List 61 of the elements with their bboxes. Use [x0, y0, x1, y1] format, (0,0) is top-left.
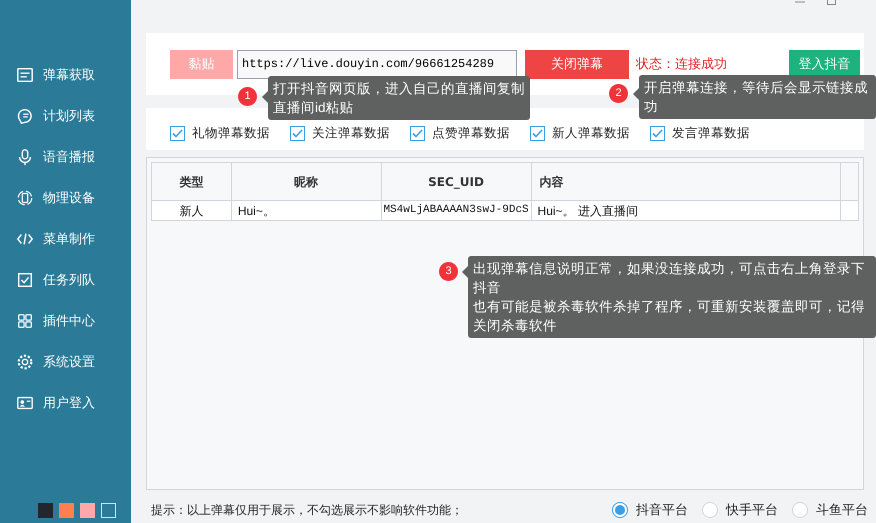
checkbox-icon [16, 270, 34, 288]
theme-swatch[interactable] [38, 503, 53, 518]
radio-button[interactable] [612, 502, 628, 518]
list-icon [16, 66, 34, 84]
grid-icon [16, 312, 34, 330]
checkbox-label: 礼物弹幕数据 [192, 124, 270, 142]
checkmark-icon [532, 128, 543, 138]
checkbox[interactable] [290, 126, 305, 140]
step-badge: 1 [238, 87, 257, 106]
table-cell: 新人 [152, 200, 232, 220]
tooltip-text: 开启弹幕连接，等待后会显示链接成功 [644, 79, 869, 116]
step-badge: 2 [609, 84, 628, 103]
nav-item[interactable]: 用户登入 [43, 392, 95, 412]
column-header: 类型 [152, 162, 232, 200]
checkbox-label: 点赞弹幕数据 [432, 124, 510, 142]
status-text: 状态：连接成功 [636, 55, 727, 74]
checkbox[interactable] [650, 126, 665, 140]
nav-item[interactable]: 计划列表 [43, 106, 95, 126]
microphone-icon [16, 148, 34, 166]
radio-label: 斗鱼平台 [816, 501, 868, 519]
chat-bubble-icon [16, 106, 34, 124]
checkmark-icon [172, 128, 183, 138]
checkbox[interactable] [530, 126, 545, 140]
theme-swatch[interactable] [80, 503, 95, 518]
close-barrage-button[interactable]: 关闭弹幕 [525, 50, 629, 78]
column-header: 昵称 [231, 162, 382, 200]
checkbox-label: 新人弹幕数据 [552, 124, 630, 142]
tooltip-text: 也有可能是被杀毒软件杀掉了程序，可重新安装覆盖即可，记得关闭杀毒软件 [473, 298, 866, 335]
nav-item[interactable]: 插件中心 [43, 310, 95, 330]
device-icon [16, 188, 34, 206]
column-header: 内容 [531, 162, 841, 200]
url-field[interactable]: https://live.douyin.com/96661254289 [237, 50, 517, 78]
checkbox[interactable] [410, 126, 425, 140]
minimize-icon[interactable] [795, 0, 805, 4]
radio-label: 抖音平台 [636, 501, 688, 519]
checkbox-label: 关注弹幕数据 [312, 124, 390, 142]
radio-label: 快手平台 [726, 501, 778, 519]
table-cell: MS4wLjABAAAAN3swJ-9DcS [381, 200, 532, 220]
radio-button[interactable] [792, 502, 808, 518]
nav-item[interactable]: 弹幕获取 [43, 64, 95, 84]
theme-swatch[interactable] [101, 503, 116, 518]
hint-text: 提示：以上弹幕仅用于展示，不勾选展示不影响软件功能； [151, 502, 463, 519]
checkmark-icon [412, 128, 423, 138]
nav-item[interactable]: 菜单制作 [43, 228, 95, 248]
maximize-icon[interactable] [827, 0, 836, 5]
nav-item[interactable]: 任务列队 [43, 270, 95, 290]
theme-swatch[interactable] [59, 503, 74, 518]
checkbox[interactable] [170, 126, 185, 140]
table-cell: Hui~。 [231, 200, 382, 220]
checkbox-label: 发言弹幕数据 [672, 124, 750, 142]
nav-item[interactable]: 语音播报 [43, 146, 95, 166]
checkmark-icon [292, 128, 303, 138]
column-header: SEC_UID [381, 162, 532, 200]
nav-item[interactable]: 物理设备 [43, 188, 95, 208]
checkmark-icon [652, 128, 663, 138]
radio-button[interactable] [702, 502, 718, 518]
tooltip-text: 出现弹幕信息说明正常，如果没连接成功，可点击右上角登录下抖音 [473, 260, 866, 297]
nav-item[interactable]: 系统设置 [43, 352, 95, 372]
tooltip-text: 打开抖音网页版，进入自己的直播间复制直播间id粘贴 [273, 80, 525, 117]
settings-icon [16, 352, 34, 370]
table-cell: Hui~。 进入直播间 [531, 200, 841, 220]
